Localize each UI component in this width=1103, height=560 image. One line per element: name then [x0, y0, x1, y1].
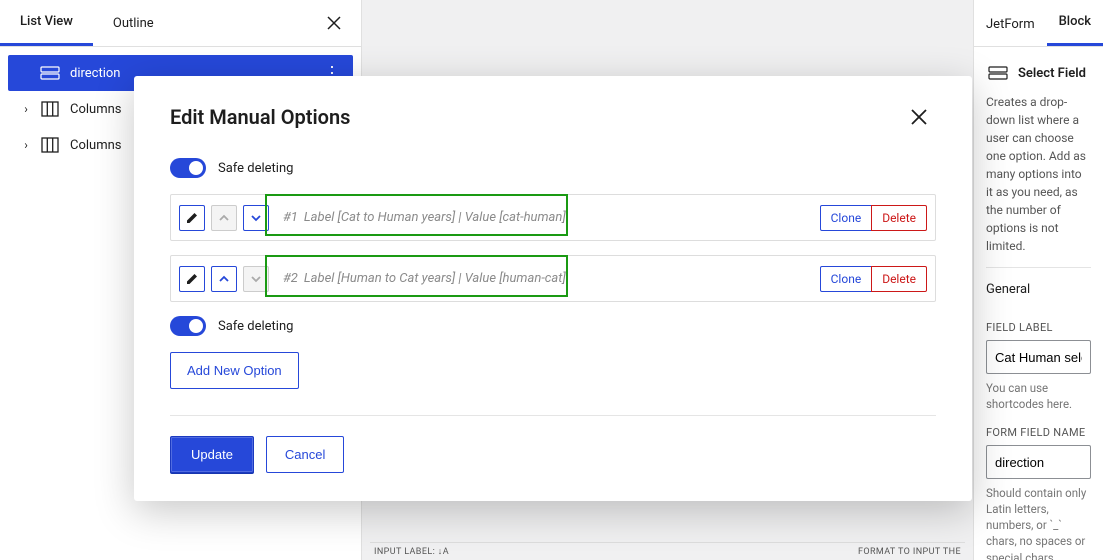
tab-outline[interactable]: Outline	[93, 2, 174, 45]
field-label-heading: FIELD LABEL	[986, 321, 1091, 334]
select-field-icon	[986, 61, 1010, 85]
option-index: #1	[283, 210, 298, 225]
chevron-right-icon[interactable]: ›	[16, 138, 36, 152]
safe-deleting-label: Safe deleting	[218, 319, 293, 334]
columns-icon	[38, 133, 62, 157]
delete-button[interactable]: Delete	[871, 266, 927, 292]
form-field-name-input[interactable]	[986, 445, 1091, 479]
move-up-button	[211, 205, 237, 231]
option-index: #2	[283, 271, 298, 286]
edit-option-button[interactable]	[179, 266, 205, 292]
right-panel-body: Select Field Creates a drop-down list wh…	[974, 47, 1103, 560]
select-field-icon	[38, 61, 62, 85]
clone-button[interactable]: Clone	[820, 205, 873, 231]
tab-jetform[interactable]: JetForm	[974, 3, 1047, 46]
safe-deleting-toggle-top[interactable]	[170, 158, 206, 178]
tab-list-view[interactable]: List View	[0, 0, 93, 46]
add-new-option-button[interactable]: Add New Option	[170, 352, 299, 389]
form-field-name-help: Should contain only Latin letters, numbe…	[986, 485, 1091, 560]
move-down-button[interactable]	[243, 205, 269, 231]
canvas-footer: INPUT LABEL: ↓A FORMAT TO INPUT THE	[370, 542, 965, 560]
safe-deleting-toggle-bottom[interactable]	[170, 316, 206, 336]
edit-manual-options-modal: Edit Manual Options Safe deleting #1 Lab…	[134, 76, 972, 501]
option-text: Label [Human to Cat years] | Value [huma…	[304, 271, 566, 286]
divider	[170, 415, 936, 416]
tree-item-label: Columns	[70, 102, 122, 117]
right-panel: JetForm Block Select Field Creates a dro…	[973, 0, 1103, 560]
select-field-title: Select Field	[1018, 66, 1086, 81]
left-panel-tabs: List View Outline	[0, 0, 361, 47]
left-panel-close-icon[interactable]	[307, 2, 361, 44]
footer-left-text: INPUT LABEL: ↓A	[374, 546, 449, 557]
safe-deleting-label: Safe deleting	[218, 161, 293, 176]
field-label-input[interactable]	[986, 340, 1091, 374]
option-row: #1 Label [Cat to Human years] | Value [c…	[170, 194, 936, 241]
tab-block[interactable]: Block	[1047, 0, 1103, 46]
option-text: Label [Cat to Human years] | Value [cat-…	[304, 210, 566, 225]
section-general[interactable]: General	[986, 267, 1091, 307]
tree-item-label: direction	[70, 66, 120, 81]
modal-title: Edit Manual Options	[170, 105, 350, 129]
chevron-right-icon[interactable]: ›	[16, 102, 36, 116]
columns-icon	[38, 97, 62, 121]
move-down-button	[243, 266, 269, 292]
form-field-name-heading: FORM FIELD NAME	[986, 426, 1091, 439]
move-up-button[interactable]	[211, 266, 237, 292]
close-icon[interactable]	[902, 104, 936, 130]
footer-right-text: FORMAT TO INPUT THE	[858, 547, 961, 557]
delete-button[interactable]: Delete	[871, 205, 927, 231]
edit-option-button[interactable]	[179, 205, 205, 231]
select-field-description: Creates a drop-down list where a user ca…	[986, 93, 1091, 255]
field-label-help: You can use shortcodes here.	[986, 380, 1091, 412]
right-panel-tabs: JetForm Block	[974, 0, 1103, 47]
tree-item-label: Columns	[70, 138, 122, 153]
cancel-button[interactable]: Cancel	[266, 436, 344, 473]
update-button[interactable]: Update	[170, 436, 254, 473]
option-row: #2 Label [Human to Cat years] | Value [h…	[170, 255, 936, 302]
clone-button[interactable]: Clone	[820, 266, 873, 292]
